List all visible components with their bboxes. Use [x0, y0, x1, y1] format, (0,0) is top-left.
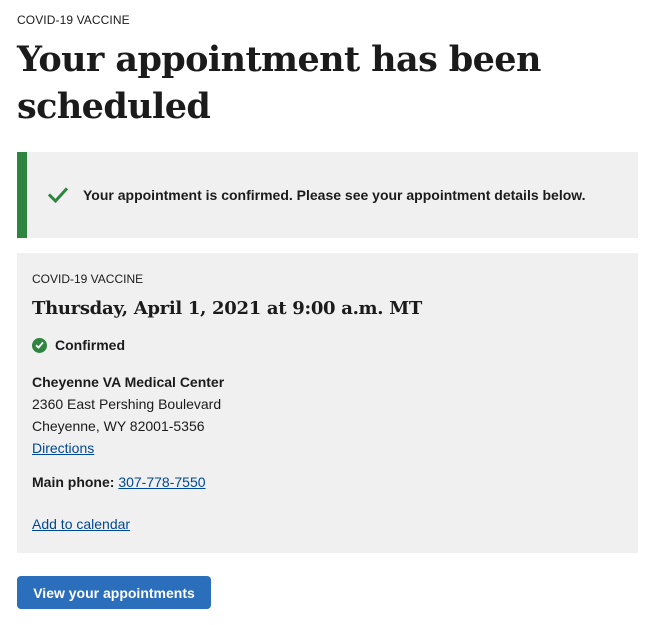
appointment-card: COVID-19 VACCINE Thursday, April 1, 2021… [17, 253, 638, 553]
view-appointments-button[interactable]: View your appointments [17, 576, 211, 609]
appointment-datetime: Thursday, April 1, 2021 at 9:00 a.m. MT [32, 298, 422, 319]
directions-link[interactable]: Directions [32, 440, 94, 456]
facility-name: Cheyenne VA Medical Center [32, 374, 225, 390]
facility-address-line2: Cheyenne, WY 82001-5356 [32, 418, 205, 434]
success-alert: Your appointment is confirmed. Please se… [17, 152, 638, 238]
phone-link[interactable]: 307-778-7550 [118, 474, 205, 490]
add-to-calendar-link[interactable]: Add to calendar [32, 516, 130, 532]
check-icon [47, 184, 69, 206]
alert-message: Your appointment is confirmed. Please se… [83, 187, 586, 203]
facility-address-line1: 2360 East Pershing Boulevard [32, 396, 222, 412]
calendar-row: Add to calendar [32, 513, 623, 535]
main-phone: Main phone: 307-778-7550 [32, 471, 623, 493]
status-label: Confirmed [55, 337, 125, 353]
page-eyebrow: COVID-19 VACCINE [17, 13, 130, 27]
appointment-type: COVID-19 VACCINE [32, 272, 144, 286]
confirmation-page: COVID-19 VACCINE Your appointment has be… [0, 0, 672, 625]
facility-info: Cheyenne VA Medical Center 2360 East Per… [32, 371, 623, 459]
page-title: Your appointment has been scheduled [17, 39, 541, 127]
status-badge: Confirmed [32, 337, 623, 353]
check-circle-icon [32, 337, 47, 353]
phone-label: Main phone: [32, 474, 115, 490]
